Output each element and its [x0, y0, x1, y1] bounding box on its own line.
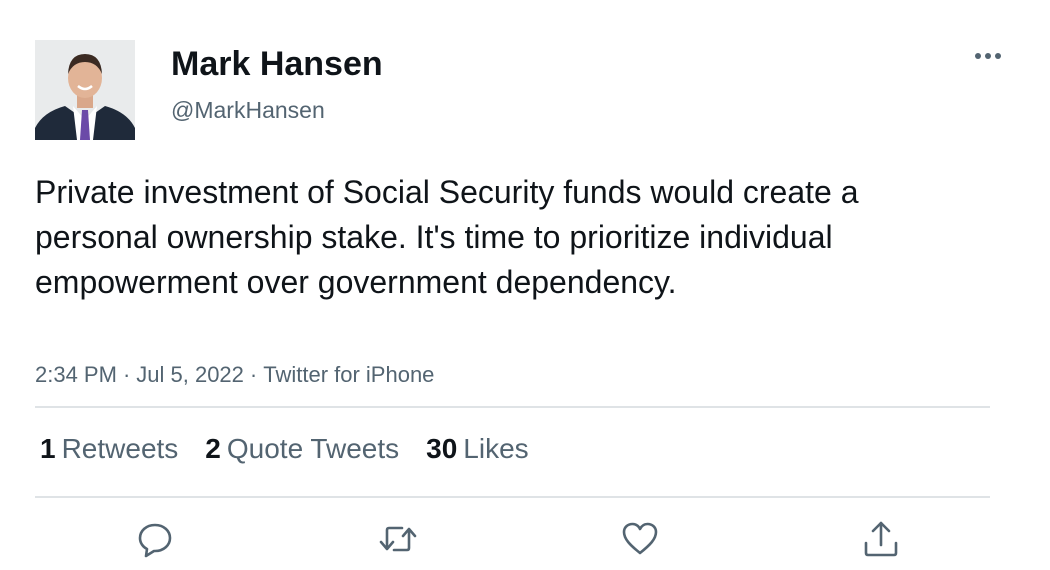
engagement-stats: 1 Retweets 2 Quote Tweets 30 Likes	[40, 431, 556, 467]
reply-button[interactable]	[135, 519, 175, 559]
heart-icon	[622, 522, 658, 555]
divider	[35, 496, 990, 498]
profile-photo	[35, 40, 135, 140]
retweets-count: 1	[40, 433, 56, 464]
quote-tweets-stat[interactable]: 2 Quote Tweets	[205, 431, 399, 467]
share-button[interactable]	[861, 519, 901, 559]
tweet-date[interactable]: Jul 5, 2022	[136, 362, 244, 387]
retweets-stat[interactable]: 1 Retweets	[40, 431, 178, 467]
meta-separator: ·	[249, 362, 258, 387]
reply-icon	[138, 523, 172, 558]
like-button[interactable]	[620, 519, 660, 559]
quote-tweets-label: Quote Tweets	[226, 433, 400, 464]
divider	[35, 406, 990, 408]
author-display-name[interactable]: Mark Hansen	[171, 44, 383, 84]
retweet-button[interactable]	[378, 519, 418, 559]
tweet-source[interactable]: Twitter for iPhone	[263, 362, 434, 387]
likes-label: Likes	[463, 433, 529, 464]
tweet-meta: 2:34 PM · Jul 5, 2022 · Twitter for iPhone	[35, 360, 434, 390]
author-handle[interactable]: @MarkHansen	[171, 96, 325, 124]
tweet-time[interactable]: 2:34 PM	[35, 362, 117, 387]
avatar[interactable]	[35, 40, 135, 140]
meta-separator: ·	[122, 362, 131, 387]
retweet-icon	[379, 526, 417, 552]
likes-count: 30	[426, 433, 458, 464]
share-icon	[864, 521, 898, 557]
quote-tweets-count: 2	[205, 433, 221, 464]
likes-stat[interactable]: 30 Likes	[426, 431, 529, 467]
retweets-label: Retweets	[61, 433, 179, 464]
tweet-text: Private investment of Social Security fu…	[35, 174, 859, 300]
more-icon[interactable]	[972, 46, 1004, 66]
